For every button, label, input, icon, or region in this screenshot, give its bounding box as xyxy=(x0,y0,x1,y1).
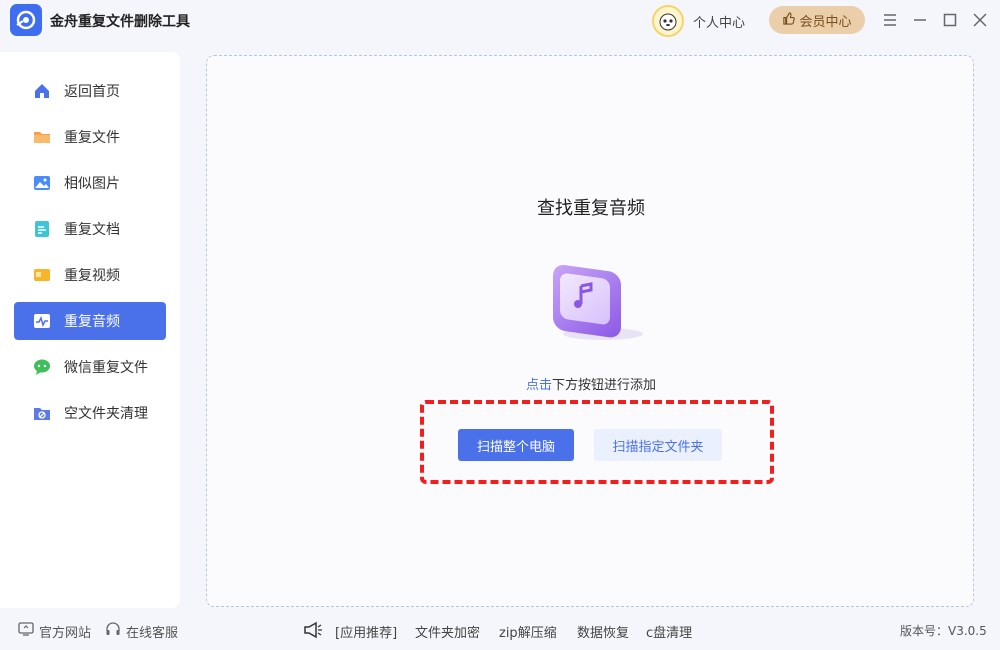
sidebar-item-label: 重复音频 xyxy=(64,314,120,330)
wechat-icon xyxy=(32,357,52,377)
app-logo-icon xyxy=(10,4,42,36)
menu-icon[interactable] xyxy=(881,11,899,29)
c-drive-cleanup-link[interactable]: c盘清理 xyxy=(646,622,692,641)
sidebar-item-home[interactable]: 返回首页 xyxy=(14,72,166,110)
sidebar: 返回首页 重复文件 相似图片 重复文档 重复视频 重复音频 微信重复文件 空文件… xyxy=(0,52,180,608)
sidebar-item-label: 空文件夹清理 xyxy=(64,406,148,422)
personal-center-link[interactable]: 个人中心 xyxy=(693,12,745,31)
sidebar-item-duplicate-files[interactable]: 重复文件 xyxy=(14,118,166,156)
scan-folder-button[interactable]: 扫描指定文件夹 xyxy=(594,429,722,461)
online-service-label: 在线客服 xyxy=(126,625,179,641)
sidebar-item-label: 重复视频 xyxy=(64,268,120,284)
megaphone-icon xyxy=(303,621,323,643)
official-site-link[interactable]: 官方网站 xyxy=(18,621,91,641)
folder-icon xyxy=(32,127,52,147)
sidebar-item-similar-images[interactable]: 相似图片 xyxy=(14,164,166,202)
headset-icon xyxy=(105,621,121,641)
sidebar-item-duplicate-videos[interactable]: 重复视频 xyxy=(14,256,166,294)
add-hint: 点击下方按钮进行添加 xyxy=(207,374,975,393)
hint-text: 下方按钮进行添加 xyxy=(552,378,657,393)
user-avatar[interactable] xyxy=(652,5,684,37)
vip-center-label: 会员中心 xyxy=(799,14,852,30)
data-recovery-link[interactable]: 数据恢复 xyxy=(577,622,629,641)
app-title: 金舟重复文件删除工具 xyxy=(50,14,190,30)
sidebar-item-empty-folder-cleanup[interactable]: 空文件夹清理 xyxy=(14,394,166,432)
home-icon xyxy=(32,81,52,101)
title-bar: 金舟重复文件删除工具 个人中心 会员中心 xyxy=(0,0,1000,40)
sidebar-item-label: 重复文档 xyxy=(64,222,120,238)
maximize-icon[interactable] xyxy=(941,11,959,29)
vip-center-button[interactable]: 会员中心 xyxy=(769,6,865,34)
thumbs-up-icon xyxy=(782,11,796,29)
folder-encrypt-link[interactable]: 文件夹加密 xyxy=(415,622,480,641)
sidebar-item-label: 微信重复文件 xyxy=(64,360,148,376)
sidebar-item-wechat-files[interactable]: 微信重复文件 xyxy=(14,348,166,386)
sidebar-item-label: 返回首页 xyxy=(64,84,120,100)
sidebar-item-duplicate-documents[interactable]: 重复文档 xyxy=(14,210,166,248)
zip-extract-link[interactable]: zip解压缩 xyxy=(499,622,557,641)
audio-folder-illustration-icon xyxy=(543,256,653,346)
version-label: 版本号：V3.0.5 xyxy=(900,624,987,638)
sidebar-item-label: 相似图片 xyxy=(64,176,120,192)
minimize-icon[interactable] xyxy=(911,11,929,29)
image-icon xyxy=(32,173,52,193)
audio-icon xyxy=(32,311,52,331)
app-recommend-link[interactable]: [应用推荐] xyxy=(335,622,397,641)
official-site-label: 官方网站 xyxy=(39,625,92,641)
page-title: 查找重复音频 xyxy=(537,198,645,219)
monitor-icon xyxy=(18,621,34,641)
sidebar-item-duplicate-audio[interactable]: 重复音频 xyxy=(14,302,166,340)
scan-whole-pc-button[interactable]: 扫描整个电脑 xyxy=(458,429,574,461)
drop-zone[interactable]: 查找重复音频 点击下方按钮进行添加 扫描整个电脑 扫描指定文件夹 xyxy=(206,55,974,607)
close-icon[interactable] xyxy=(971,11,989,29)
video-icon xyxy=(32,265,52,285)
empty-folder-icon xyxy=(32,403,52,423)
sidebar-item-label: 重复文件 xyxy=(64,130,120,146)
online-service-link[interactable]: 在线客服 xyxy=(105,621,178,641)
hint-click-link[interactable]: 点击 xyxy=(526,378,552,393)
document-icon xyxy=(32,219,52,239)
